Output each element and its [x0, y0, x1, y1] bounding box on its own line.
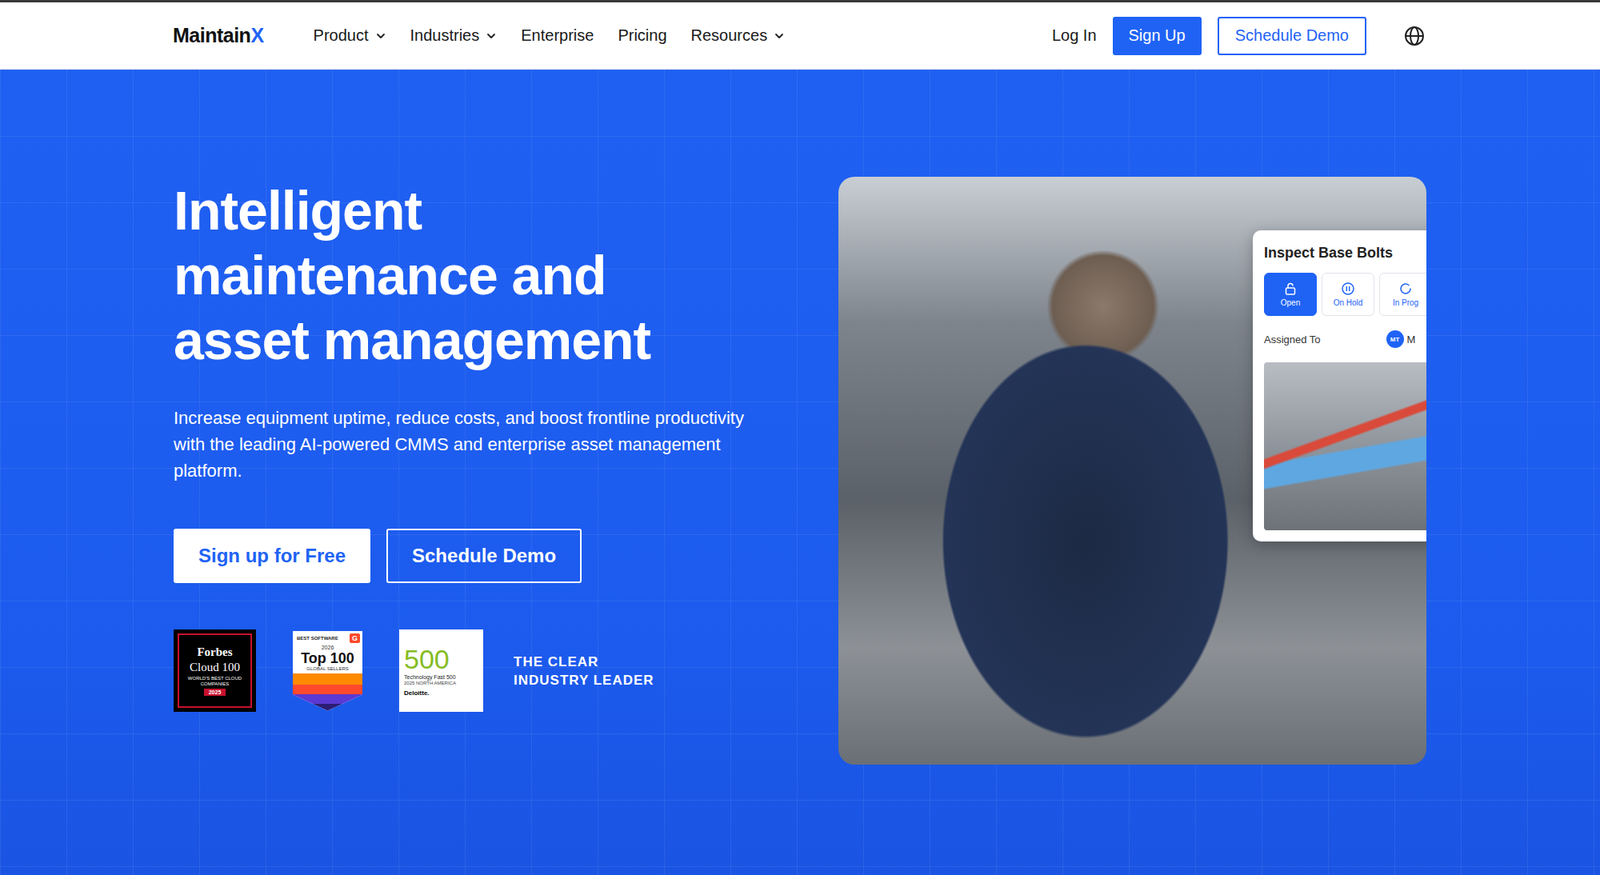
nav-item[interactable]: Product	[313, 26, 387, 45]
progress-icon	[1398, 281, 1413, 296]
status-buttons: OpenOn HoldIn Prog	[1264, 272, 1427, 316]
nav-menu: Product Industries Enterprise Pricing Resour…	[313, 26, 786, 45]
assigned-row: Assigned ToMTM	[1264, 330, 1427, 348]
page: MaintainX Product Industries Enterprise Pric…	[0, 0, 1600, 875]
cta-row: Sign up for Free Schedule Demo	[173, 528, 839, 584]
status-button[interactable]: On Hold	[1321, 272, 1375, 316]
chevron-down-icon	[773, 30, 785, 42]
globe-icon[interactable]	[1403, 24, 1426, 48]
award-badges: ForbesCloud 100WORLD'S BEST CLOUD COMPAN…	[173, 629, 839, 712]
hero-media: Inspect Base Bolts OpenOn HoldIn Prog Assi…	[838, 176, 1427, 765]
assignee-avatar: MT	[1386, 330, 1404, 348]
tagline: THE CLEARINDUSTRY LEADER	[513, 652, 655, 690]
nav-item[interactable]: Industries	[410, 26, 498, 45]
nav-actions: Log In Sign Up Schedule Demo	[1052, 16, 1426, 56]
logo[interactable]: MaintainX	[172, 24, 264, 48]
top-nav: MaintainX Product Industries Enterprise Pric…	[0, 0, 1600, 70]
chevron-down-icon	[375, 30, 387, 42]
deloitte-badge: 500Technology Fast 5002025 NORTH AMERICA…	[399, 629, 484, 712]
g2-badge: BEST SOFTWAREG2026Top 100GLOBAL SELLERS	[292, 631, 363, 712]
schedule-demo-button[interactable]: Schedule Demo	[1217, 16, 1367, 56]
pause-icon	[1340, 281, 1356, 296]
unlock-icon	[1283, 281, 1298, 296]
signup-button[interactable]: Sign Up	[1112, 16, 1202, 56]
nav-item[interactable]: Resources	[691, 26, 786, 45]
schedule-demo-button[interactable]: Schedule Demo	[386, 528, 582, 584]
work-order-title: Inspect Base Bolts	[1264, 244, 1427, 262]
hero-subtitle: Increase equipment uptime, reduce costs,…	[173, 404, 750, 484]
hero-content: Intelligent maintenance and asset manage…	[173, 176, 839, 712]
login-link[interactable]: Log In	[1052, 26, 1097, 45]
status-button[interactable]: In Prog	[1379, 272, 1427, 316]
hero-title: Intelligent maintenance and asset manage…	[173, 178, 718, 373]
asset-photo	[1264, 362, 1427, 531]
nav-item[interactable]: Pricing	[617, 26, 667, 45]
chevron-down-icon	[485, 30, 497, 42]
signup-free-button[interactable]: Sign up for Free	[173, 528, 371, 584]
status-button[interactable]: Open	[1264, 272, 1317, 316]
forbes-badge: ForbesCloud 100WORLD'S BEST CLOUD COMPAN…	[173, 629, 256, 712]
nav-item[interactable]: Enterprise	[520, 26, 594, 45]
work-order-card: Inspect Base Bolts OpenOn HoldIn Prog Assi…	[1252, 230, 1427, 542]
hero: Intelligent maintenance and asset manage…	[0, 69, 1600, 875]
